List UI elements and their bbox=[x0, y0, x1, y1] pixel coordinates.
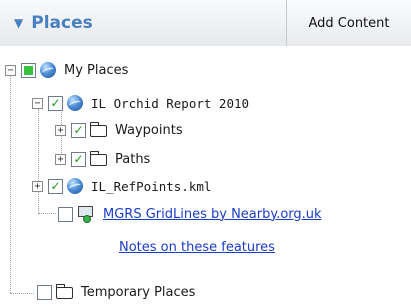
expand-toggle[interactable]: + bbox=[55, 124, 66, 136]
tree-item-paths[interactable]: + Paths bbox=[55, 148, 150, 170]
tree-item-temporary-places[interactable]: Temporary Places bbox=[37, 281, 195, 303]
folder-icon bbox=[90, 151, 107, 166]
tree-item-my-places[interactable]: − My Places bbox=[5, 59, 128, 81]
places-panel-header: ▼ Places Add Content bbox=[0, 0, 411, 46]
refpoints-label: IL_RefPoints.kml bbox=[91, 178, 212, 194]
tree-connector bbox=[10, 293, 34, 294]
places-tree: − My Places − IL Orchid Report 2010 + Wa… bbox=[0, 46, 411, 307]
tree-item-refpoints[interactable]: + IL_RefPoints.kml bbox=[32, 175, 211, 197]
add-content-button[interactable]: Add Content bbox=[287, 0, 411, 46]
globe-icon bbox=[67, 95, 83, 111]
paths-checkbox[interactable] bbox=[71, 151, 86, 167]
globe-icon bbox=[67, 178, 83, 194]
mgrs-gridlines-link[interactable]: MGRS GridLines by Nearby.org.uk bbox=[103, 207, 322, 222]
network-link-icon bbox=[77, 206, 95, 223]
tree-connector bbox=[10, 75, 11, 293]
tree-item-mgrs-gridlines[interactable]: MGRS GridLines by Nearby.org.uk bbox=[58, 203, 322, 225]
folder-icon bbox=[56, 284, 73, 299]
expand-toggle[interactable]: + bbox=[32, 180, 43, 192]
tree-connector bbox=[38, 109, 39, 213]
orchid-report-checkbox[interactable] bbox=[48, 95, 63, 111]
refpoints-checkbox[interactable] bbox=[48, 178, 63, 194]
temporary-places-label: Temporary Places bbox=[81, 284, 196, 300]
mgrs-gridlines-checkbox[interactable] bbox=[58, 206, 73, 222]
places-title: Places bbox=[31, 13, 93, 33]
waypoints-checkbox[interactable] bbox=[71, 122, 86, 138]
expand-toggle[interactable]: + bbox=[55, 153, 66, 165]
collapse-triangle-icon: ▼ bbox=[14, 16, 24, 30]
my-places-label: My Places bbox=[64, 62, 129, 78]
places-panel-toggle[interactable]: ▼ Places bbox=[0, 0, 287, 46]
tree-item-orchid-report[interactable]: − IL Orchid Report 2010 bbox=[32, 92, 249, 114]
notes-link[interactable]: Notes on these features bbox=[119, 240, 275, 255]
orchid-report-label: IL Orchid Report 2010 bbox=[91, 95, 250, 111]
collapse-toggle[interactable]: − bbox=[32, 97, 43, 109]
globe-icon bbox=[40, 62, 56, 78]
collapse-toggle[interactable]: − bbox=[5, 64, 16, 76]
waypoints-label: Waypoints bbox=[115, 122, 183, 138]
temporary-places-checkbox[interactable] bbox=[37, 284, 52, 300]
paths-label: Paths bbox=[115, 151, 151, 167]
tree-item-waypoints[interactable]: + Waypoints bbox=[55, 119, 183, 141]
my-places-checkbox[interactable] bbox=[21, 62, 36, 78]
tree-connector bbox=[38, 213, 56, 214]
folder-icon bbox=[90, 122, 107, 137]
notes-row: Notes on these features bbox=[119, 236, 275, 258]
